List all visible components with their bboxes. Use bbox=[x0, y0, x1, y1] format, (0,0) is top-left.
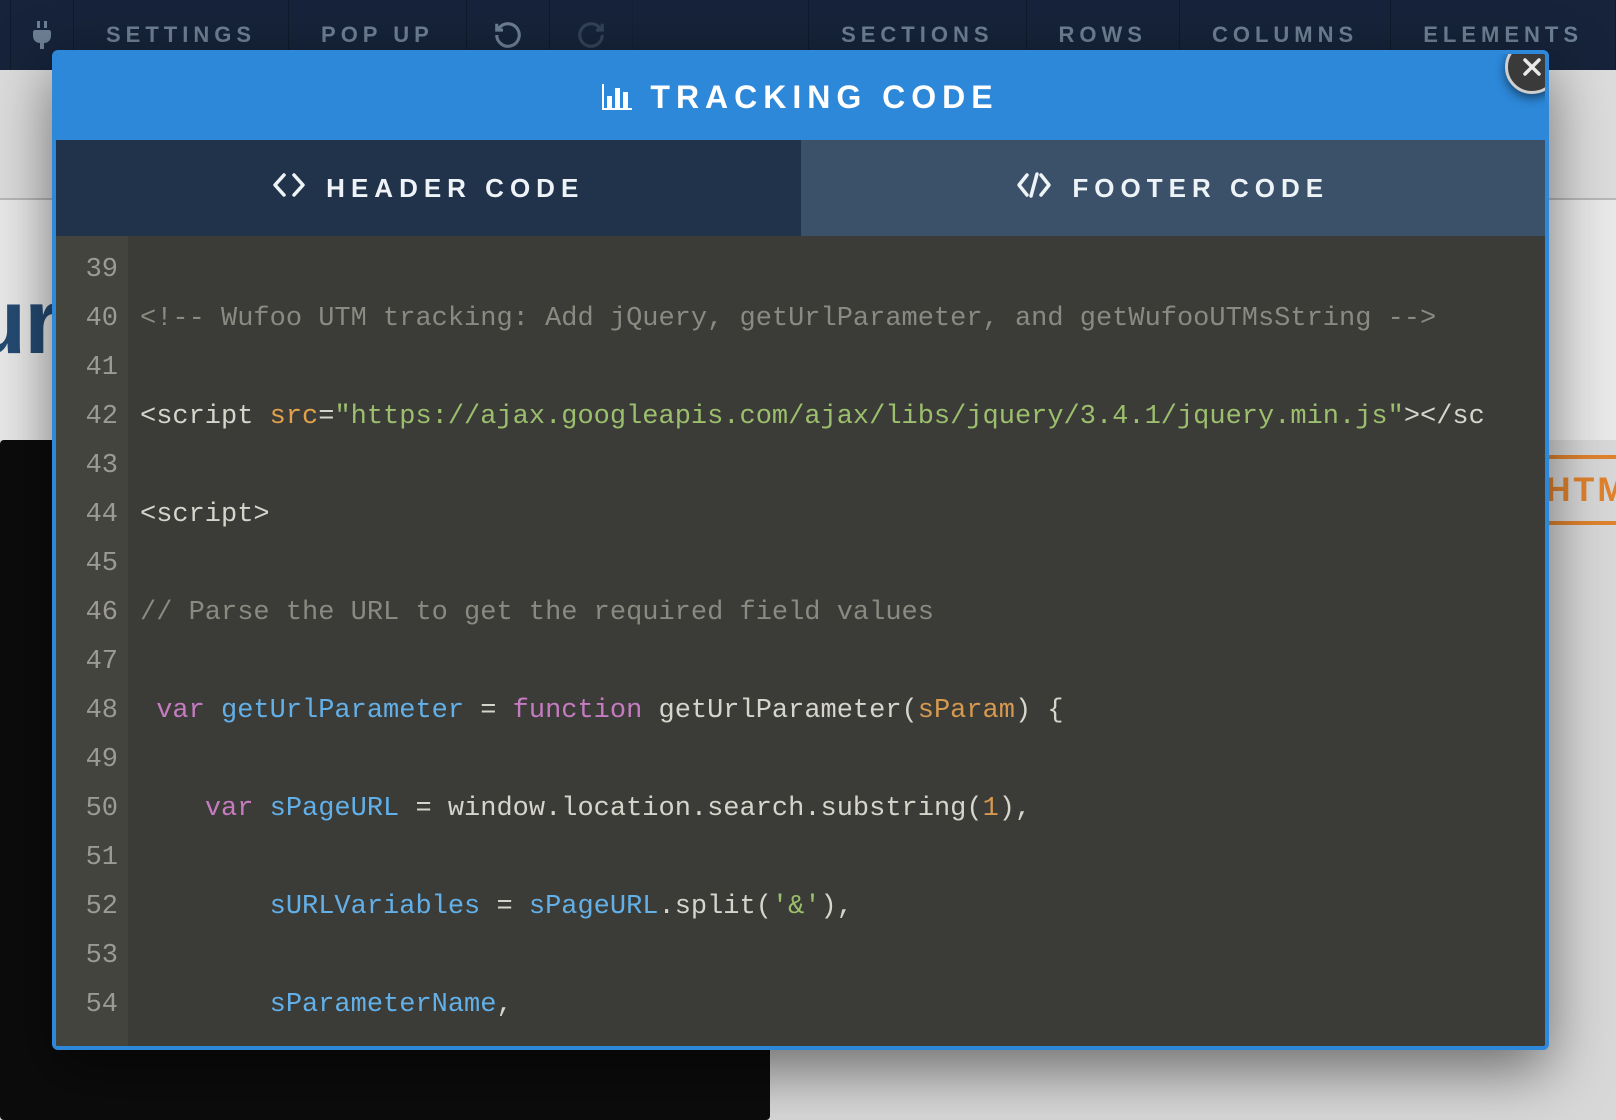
line-number: 45 bbox=[56, 540, 118, 589]
tab-footer-code[interactable]: FOOTER CODE bbox=[801, 140, 1546, 236]
line-number: 39 bbox=[56, 246, 118, 295]
modal-title: TRACKING CODE bbox=[650, 79, 998, 116]
line-number: 51 bbox=[56, 834, 118, 883]
code-line: <!-- Wufoo UTM tracking: Add jQuery, get… bbox=[140, 304, 1436, 334]
line-number: 41 bbox=[56, 344, 118, 393]
code-slash-icon bbox=[1016, 172, 1052, 205]
tab-header-code[interactable]: HEADER CODE bbox=[56, 140, 801, 236]
line-number: 47 bbox=[56, 638, 118, 687]
line-number: 53 bbox=[56, 932, 118, 981]
editor-gutter: 39404142434445464748495051525354 bbox=[56, 236, 128, 1046]
line-number: 52 bbox=[56, 883, 118, 932]
line-number: 50 bbox=[56, 785, 118, 834]
line-number: 40 bbox=[56, 295, 118, 344]
tab-header-label: HEADER CODE bbox=[326, 173, 584, 204]
line-number: 49 bbox=[56, 736, 118, 785]
editor-code[interactable]: <!-- Wufoo UTM tracking: Add jQuery, get… bbox=[128, 236, 1545, 1046]
line-number: 46 bbox=[56, 589, 118, 638]
line-number: 43 bbox=[56, 442, 118, 491]
tab-footer-label: FOOTER CODE bbox=[1072, 173, 1329, 204]
line-number: 48 bbox=[56, 687, 118, 736]
modal-tabs: HEADER CODE FOOTER CODE bbox=[56, 140, 1545, 236]
line-number: 44 bbox=[56, 491, 118, 540]
bar-chart-icon bbox=[602, 84, 632, 110]
modal-header: TRACKING CODE bbox=[56, 54, 1545, 140]
code-editor[interactable]: 39404142434445464748495051525354 <!-- Wu… bbox=[56, 236, 1545, 1046]
line-number: 42 bbox=[56, 393, 118, 442]
tracking-code-modal: TRACKING CODE HEADER CODE FOOTER CODE bbox=[52, 50, 1549, 1050]
code-icon bbox=[272, 172, 306, 205]
line-number: 54 bbox=[56, 981, 118, 1030]
